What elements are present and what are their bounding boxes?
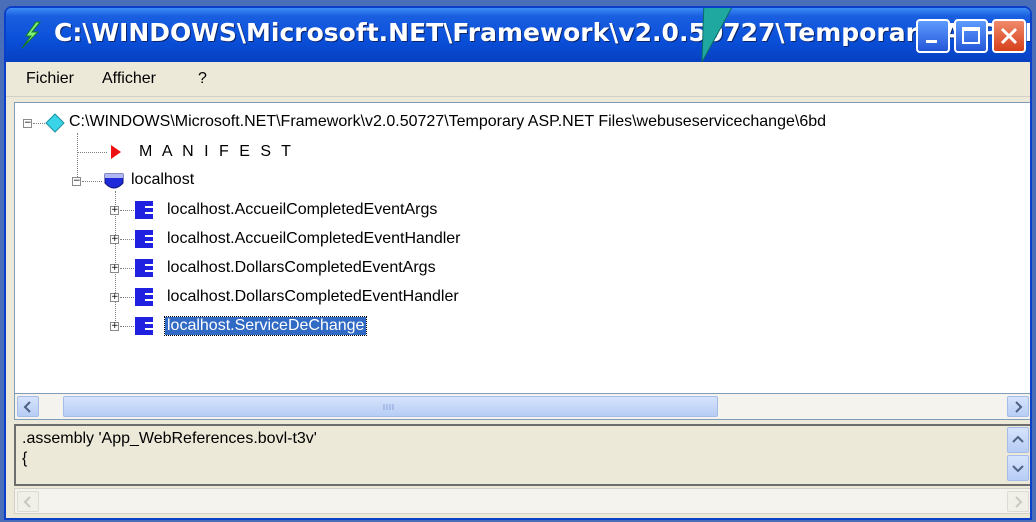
class-expand-toggle[interactable]: + xyxy=(110,235,119,244)
scroll-right-button-disabled[interactable] xyxy=(1007,491,1029,512)
scroll-right-button[interactable] xyxy=(1007,396,1029,417)
scroll-up-button[interactable] xyxy=(1007,427,1029,453)
tree-class-label-selected[interactable]: localhost.ServiceDeChange xyxy=(163,316,368,336)
pointer-overlay-icon xyxy=(701,8,733,63)
namespace-collapse-toggle[interactable]: − xyxy=(72,177,81,186)
tree-namespace-label[interactable]: localhost xyxy=(131,171,194,189)
minimize-icon xyxy=(926,40,937,43)
menu-fichier[interactable]: Fichier xyxy=(26,70,74,88)
maximize-icon xyxy=(962,27,980,44)
scroll-thumb[interactable] xyxy=(63,396,718,417)
class-icon xyxy=(135,201,153,219)
class-expand-toggle[interactable]: + xyxy=(110,322,119,331)
ildasm-app-icon xyxy=(21,21,42,49)
close-button[interactable] xyxy=(992,19,1026,53)
window-title: C:\WINDOWS\Microsoft.NET\Framework\v2.0.… xyxy=(54,18,1032,47)
maximize-button[interactable] xyxy=(954,19,988,53)
assembly-tree-view[interactable]: − C:\WINDOWS\Microsoft.NET\Framework\v2.… xyxy=(14,102,1030,394)
class-icon xyxy=(135,288,153,306)
chevron-right-icon xyxy=(1015,401,1023,413)
title-bar[interactable]: C:\WINDOWS\Microsoft.NET\Framework\v2.0.… xyxy=(6,8,1030,62)
menu-afficher[interactable]: Afficher xyxy=(102,70,156,88)
scroll-down-button[interactable] xyxy=(1007,455,1029,481)
class-icon xyxy=(135,259,153,277)
tree-class-label[interactable]: localhost.AccueilCompletedEventArgs xyxy=(167,201,437,219)
root-collapse-toggle[interactable]: − xyxy=(23,119,32,128)
scroll-left-button-disabled[interactable] xyxy=(17,491,39,512)
chevron-right-icon xyxy=(1015,496,1023,508)
chevron-up-icon xyxy=(1012,435,1024,443)
tree-root-label[interactable]: C:\WINDOWS\Microsoft.NET\Framework\v2.0.… xyxy=(69,113,826,131)
minimize-button[interactable] xyxy=(916,19,950,53)
tree-connector xyxy=(77,152,107,153)
assembly-diamond-icon xyxy=(45,113,65,133)
menu-help[interactable]: ? xyxy=(198,70,207,88)
detail-vertical-scrollbar[interactable] xyxy=(1006,426,1030,484)
class-icon xyxy=(135,230,153,248)
tree-class-label[interactable]: localhost.DollarsCompletedEventHandler xyxy=(167,288,459,306)
tree-connector xyxy=(82,181,102,182)
tree-class-label[interactable]: localhost.AccueilCompletedEventHandler xyxy=(167,230,461,248)
chevron-left-icon xyxy=(23,496,31,508)
tree-manifest-label[interactable]: M A N I F E S T xyxy=(139,143,294,161)
ildasm-window: C:\WINDOWS\Microsoft.NET\Framework\v2.0.… xyxy=(4,6,1032,520)
scroll-left-button[interactable] xyxy=(17,396,39,417)
class-expand-toggle[interactable]: + xyxy=(110,206,119,215)
chevron-left-icon xyxy=(23,401,31,413)
class-icon xyxy=(135,317,153,335)
tree-horizontal-scrollbar[interactable] xyxy=(14,394,1030,420)
tree-class-label[interactable]: localhost.DollarsCompletedEventArgs xyxy=(167,259,436,277)
il-line: .assembly 'App_WebReferences.bovl-t3v' xyxy=(22,430,317,447)
menu-bar: Fichier Afficher ? xyxy=(6,62,1030,97)
il-detail-pane[interactable]: .assembly 'App_WebReferences.bovl-t3v' { xyxy=(14,424,1030,486)
class-expand-toggle[interactable]: + xyxy=(110,293,119,302)
class-expand-toggle[interactable]: + xyxy=(110,264,119,273)
grip-icon xyxy=(383,404,394,410)
chevron-down-icon xyxy=(1012,465,1024,473)
manifest-arrow-icon xyxy=(111,145,121,159)
il-line: { xyxy=(22,450,28,467)
close-icon xyxy=(1000,27,1018,45)
detail-horizontal-scrollbar[interactable] xyxy=(14,488,1030,514)
namespace-shield-icon xyxy=(104,173,124,189)
